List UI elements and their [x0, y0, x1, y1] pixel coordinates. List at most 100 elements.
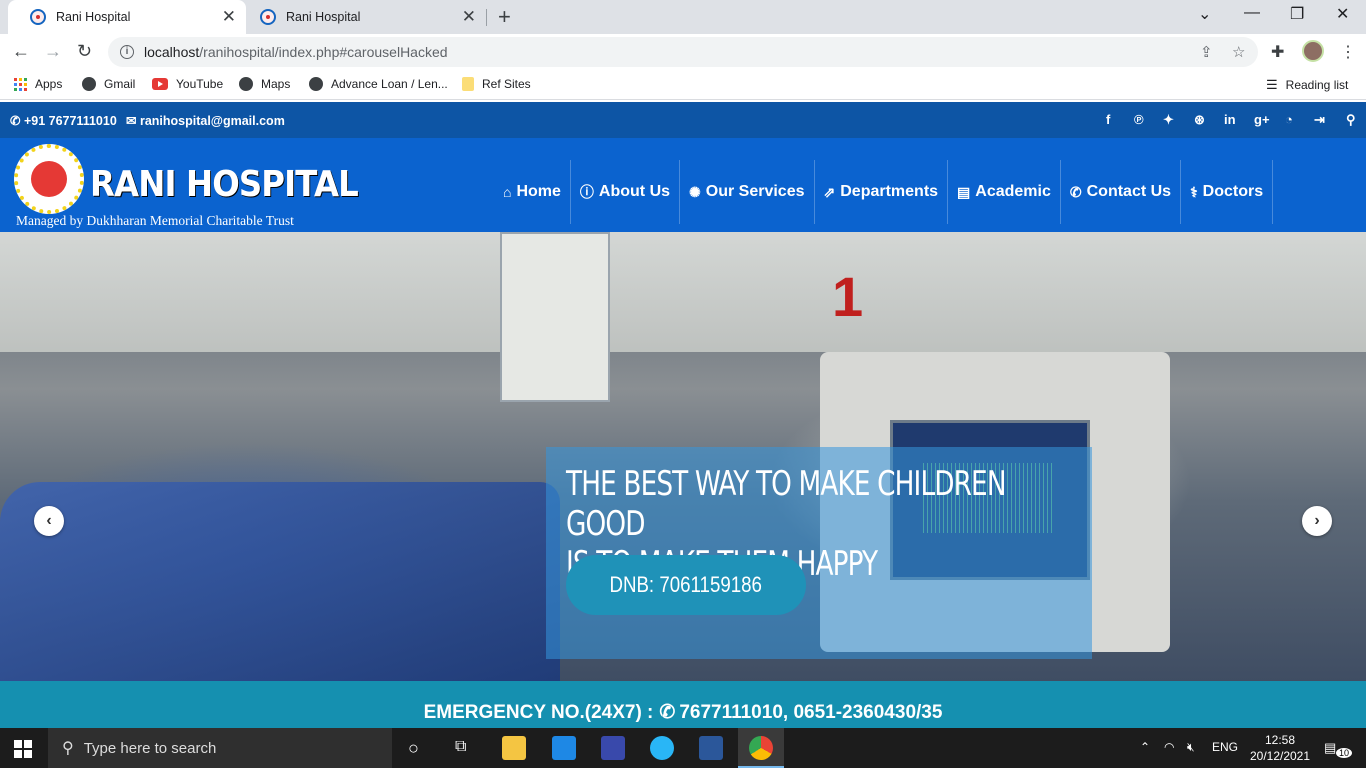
windows-start-icon[interactable] [14, 740, 32, 758]
nav-doctors[interactable]: ⚕ Doctors [1180, 160, 1274, 224]
restore-window-icon[interactable]: ❐ [1290, 4, 1304, 24]
globe-icon [82, 77, 96, 91]
nav-academic[interactable]: ▤ Academic [947, 160, 1060, 224]
bookmark-label: Apps [35, 77, 63, 91]
new-tab-button[interactable]: + [498, 4, 511, 30]
carousel-prev-arrow-icon[interactable]: ‹ [34, 506, 64, 536]
tab-title: Rani Hospital [56, 10, 131, 24]
nav-home[interactable]: ⌂ Home [494, 160, 570, 224]
notification-count-badge: 10 [1336, 748, 1353, 758]
twitter-icon[interactable]: ✦ [1163, 112, 1174, 128]
dnb-contact-button[interactable]: DNB: 7061159186 [566, 555, 806, 615]
bookmark-advance-loan[interactable]: Advance Loan / Len... [309, 77, 448, 91]
bookmark-label: Maps [261, 77, 291, 91]
phone-icon: ✆ [1069, 183, 1082, 200]
word-icon[interactable] [699, 736, 723, 760]
close-tab-icon[interactable]: ✕ [462, 7, 476, 27]
browser-menu-icon[interactable]: ⋮ [1340, 42, 1356, 62]
bookmark-star-icon[interactable]: ☆ [1232, 43, 1245, 61]
carousel-image-infusion-pump [500, 232, 610, 402]
hospital-favicon-icon [30, 9, 46, 25]
minimize-window-icon[interactable]: — [1244, 4, 1260, 22]
pinterest-icon[interactable]: ℗ [1134, 112, 1144, 127]
tab-search-chevron-icon[interactable]: ⌄ [1198, 4, 1211, 24]
bookmark-ref-sites[interactable]: Ref Sites [462, 77, 531, 91]
forward-arrow-icon[interactable]: → [44, 41, 62, 62]
carousel-image-wall [0, 232, 1366, 352]
dribbble-icon[interactable]: ⊛ [1194, 112, 1205, 128]
home-icon: ⌂ [503, 184, 512, 200]
linkedin-icon[interactable]: in [1224, 112, 1236, 127]
taskbar-chrome-active[interactable] [738, 728, 784, 768]
nav-about-us[interactable]: ⓘ About Us [569, 160, 679, 224]
hospital-logo[interactable] [14, 144, 84, 214]
search-icon: ⚲ [62, 740, 74, 757]
hero-carousel: 1 THE BEST WAY TO MAKE CHILDREN GOOD IS … [0, 232, 1366, 681]
nav-contact-us[interactable]: ✆ Contact Us [1059, 160, 1180, 224]
reload-icon[interactable]: ↻ [77, 41, 92, 62]
cortana-circle-icon[interactable]: ○ [408, 738, 419, 759]
brand-name[interactable]: RANI HOSPITAL [90, 164, 359, 205]
browser-tab-active[interactable]: Rani Hospital ✕ [8, 0, 246, 34]
sign-in-icon[interactable]: ⇥ [1314, 112, 1325, 128]
topbar-email[interactable]: ✉ ranihospital@gmail.com [126, 113, 285, 128]
input-language[interactable]: ENG [1212, 740, 1238, 754]
taskbar-search-placeholder: Type here to search [83, 739, 217, 757]
site-info-icon[interactable]: i [120, 45, 134, 59]
taskbar-clock[interactable]: 12:58 20/12/2021 [1248, 732, 1312, 764]
close-window-icon[interactable]: ✕ [1336, 4, 1349, 24]
bookmark-youtube[interactable]: YouTube [152, 77, 223, 91]
reading-list[interactable]: ☰ Reading list [1266, 77, 1348, 93]
address-bar[interactable]: i localhost /ranihospital/index.php#caro… [108, 37, 1258, 67]
youtube-icon [152, 78, 168, 90]
extensions-puzzle-icon[interactable]: ✚ [1271, 42, 1284, 62]
url-host: localhost [144, 44, 200, 60]
bookmark-apps[interactable]: Apps [14, 77, 62, 91]
close-tab-icon[interactable]: ✕ [222, 7, 236, 27]
emergency-strip: EMERGENCY NO.(24X7) : ✆ 7677111010, 0651… [0, 681, 1366, 728]
topbar-phone[interactable]: ✆ +91 7677111010 [10, 113, 117, 128]
file-explorer-icon[interactable] [502, 736, 526, 760]
back-arrow-icon[interactable]: ← [12, 41, 30, 62]
site-header: RANI HOSPITAL Managed by Dukhharan Memor… [0, 138, 1366, 232]
trust-tagline: Managed by Dukhharan Memorial Charitable… [16, 213, 294, 228]
media-player-icon[interactable] [601, 736, 625, 760]
profile-avatar[interactable] [1302, 40, 1324, 62]
carousel-next-arrow-icon[interactable]: › [1302, 506, 1332, 536]
clock-time: 12:58 [1264, 733, 1296, 747]
bookmark-gmail[interactable]: Gmail [82, 77, 135, 91]
tab-divider [486, 9, 487, 26]
emergency-label: EMERGENCY NO.(24X7) : [423, 702, 654, 723]
bed-number-sign: 1 [832, 265, 864, 328]
volume-muted-icon[interactable]: 🔇︎ [1187, 740, 1195, 755]
wifi-icon[interactable]: ◠ [1164, 740, 1174, 754]
url-path: /ranihospital/index.php#carouselHacked [199, 44, 448, 60]
rss-icon[interactable]: ◔ [1285, 112, 1293, 127]
taskbar-search-box[interactable]: ⚲ Type here to search [48, 728, 392, 768]
globe-icon [239, 77, 253, 91]
book-icon: ▤ [957, 183, 971, 200]
map-marker-icon[interactable]: ⚲ [1346, 112, 1356, 128]
notification-center-icon[interactable]: ▤ [1324, 740, 1336, 756]
google-plus-icon[interactable]: g+ [1254, 112, 1270, 127]
nav-departments[interactable]: ⇗ Departments [813, 160, 948, 224]
nav-our-services[interactable]: ✺ Our Services [679, 160, 813, 224]
browser-tab[interactable]: Rani Hospital ✕ [246, 0, 486, 34]
browser-tab-strip: Rani Hospital ✕ Rani Hospital ✕ + ⌄ — ❐ … [0, 0, 1366, 34]
share-icon[interactable]: ⇪ [1200, 43, 1213, 61]
emergency-numbers[interactable]: 7677111010, 0651-2360430/35 [679, 702, 942, 724]
facebook-icon[interactable]: f [1106, 112, 1110, 127]
browser-toolbar: ← → ↻ i localhost /ranihospital/index.ph… [0, 34, 1366, 70]
phone-square-icon: ✆ [659, 702, 676, 723]
bookmark-maps[interactable]: Maps [239, 77, 290, 91]
main-nav: ⌂ Home ⓘ About Us ✺ Our Services ⇗ Departmen… [494, 160, 1274, 224]
edge-browser-icon[interactable] [650, 736, 674, 760]
vscode-icon[interactable] [552, 736, 576, 760]
chrome-icon [749, 736, 773, 760]
apps-grid-icon [14, 77, 27, 91]
task-view-icon[interactable]: ⧉ [455, 738, 466, 756]
clock-date: 20/12/2021 [1249, 749, 1311, 763]
tray-chevron-up-icon[interactable]: ⌃ [1140, 740, 1150, 754]
info-circle-icon: ⓘ [579, 184, 594, 200]
phone-icon: ✆ [10, 114, 24, 128]
